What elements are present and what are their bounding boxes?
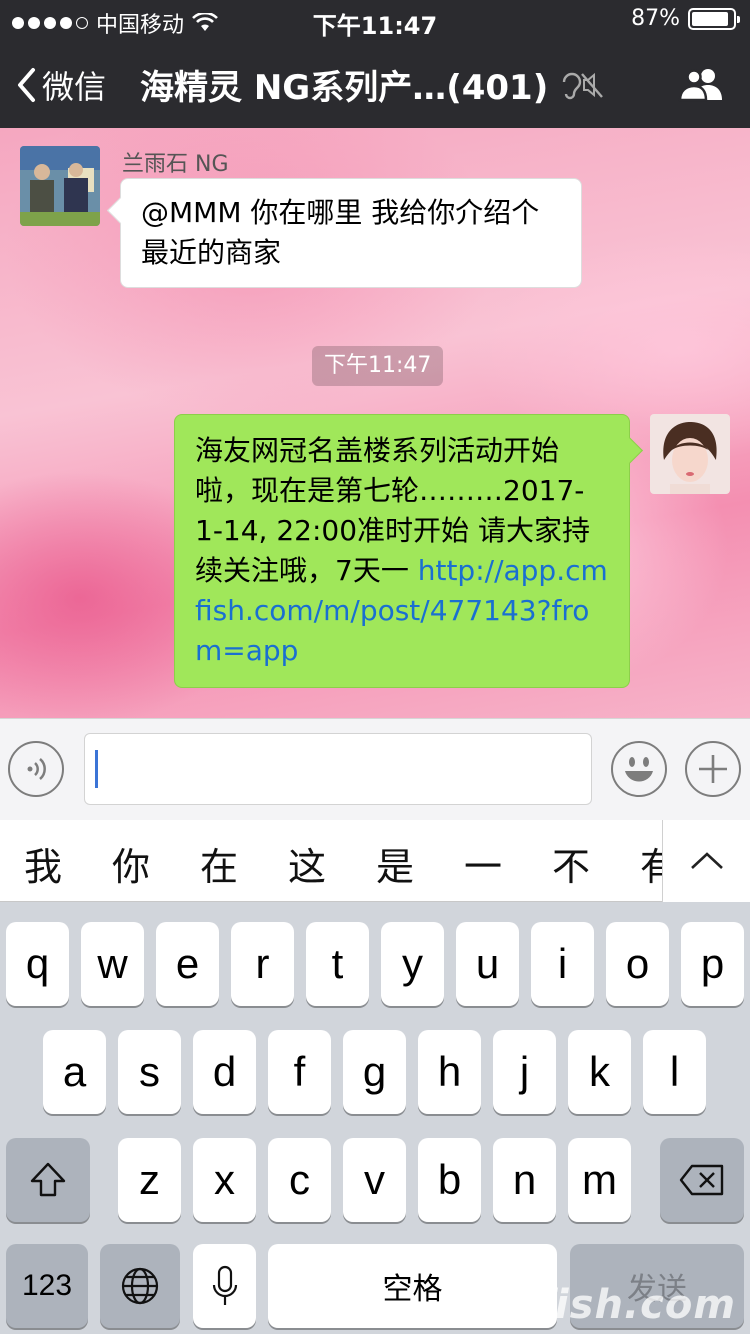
candidate-word[interactable]: 你 [112, 836, 150, 891]
input-bar [0, 718, 750, 820]
shift-icon [30, 1162, 66, 1197]
watermark: cmfish.com [469, 1282, 736, 1328]
key-p[interactable]: p [681, 922, 744, 1006]
key-b[interactable]: b [418, 1138, 481, 1222]
avatar-photo [650, 414, 730, 494]
own-avatar[interactable] [650, 414, 730, 494]
text-caret [95, 750, 98, 788]
voice-button[interactable] [8, 741, 64, 797]
key-e[interactable]: e [156, 922, 219, 1006]
sender-avatar[interactable] [20, 146, 100, 226]
candidate-bar: 我 你 在 这 是 一 不 有 [0, 820, 750, 902]
key-q[interactable]: q [6, 922, 69, 1006]
expand-candidates-button[interactable] [662, 820, 750, 902]
key-y[interactable]: y [381, 922, 444, 1006]
shift-key[interactable] [6, 1138, 90, 1222]
key-u[interactable]: u [456, 922, 519, 1006]
voice-icon [27, 758, 46, 780]
dictation-key[interactable] [193, 1244, 256, 1328]
candidate-word[interactable]: 是 [376, 836, 414, 891]
chat-area[interactable]: 兰雨石 NG @MMM 你在哪里 我给你介绍个最近的商家 下午11:47 海友网… [0, 128, 750, 718]
key-i[interactable]: i [531, 922, 594, 1006]
battery-percent: 87% [631, 6, 680, 31]
status-bar: 中国移动 下午11:47 87% [0, 0, 750, 40]
chevron-up-icon [690, 852, 723, 869]
sender-name: 兰雨石 NG [122, 152, 229, 177]
top-bar: 中国移动 下午11:47 87% 微信 海精灵 NG系列产…(401) [0, 0, 750, 128]
key-x[interactable]: x [193, 1138, 256, 1222]
chat-title: 海精灵 NG系列产…(401) [140, 60, 604, 109]
nav-bar: 微信 海精灵 NG系列产…(401) [0, 40, 750, 128]
message-input[interactable] [84, 733, 592, 805]
key-t[interactable]: t [306, 922, 369, 1006]
key-k[interactable]: k [568, 1030, 631, 1114]
more-button[interactable] [685, 741, 741, 797]
delete-key[interactable] [660, 1138, 744, 1222]
candidate-word[interactable]: 不 [552, 836, 590, 891]
key-m[interactable]: m [568, 1138, 631, 1222]
key-c[interactable]: c [268, 1138, 331, 1222]
message-bubble-sent[interactable]: 海友网冠名盖楼系列活动开始啦，现在是第七轮………2017-1-14, 22:00… [174, 414, 630, 688]
group-icon [678, 69, 722, 102]
numbers-key[interactable]: 123 [6, 1244, 88, 1328]
key-r[interactable]: r [231, 922, 294, 1006]
emoji-button[interactable] [611, 741, 667, 797]
key-w[interactable]: w [81, 922, 144, 1006]
message-bubble-received[interactable]: @MMM 你在哪里 我给你介绍个最近的商家 [120, 178, 582, 288]
key-v[interactable]: v [343, 1138, 406, 1222]
key-h[interactable]: h [418, 1030, 481, 1114]
key-j[interactable]: j [493, 1030, 556, 1114]
emoji-icon [625, 757, 653, 782]
key-l[interactable]: l [643, 1030, 706, 1114]
key-d[interactable]: d [193, 1030, 256, 1114]
key-n[interactable]: n [493, 1138, 556, 1222]
candidate-word[interactable]: 我 [24, 836, 62, 891]
message-timestamp: 下午11:47 [312, 346, 444, 386]
battery-icon [688, 7, 740, 30]
message-text: @MMM 你在哪里 我给你介绍个最近的商家 [141, 196, 540, 269]
candidate-word[interactable]: 在 [200, 836, 238, 891]
back-button[interactable]: 微信 [16, 62, 106, 108]
chevron-left-icon [18, 68, 35, 102]
globe-icon [121, 1267, 159, 1305]
key-s[interactable]: s [118, 1030, 181, 1114]
key-a[interactable]: a [43, 1030, 106, 1114]
key-o[interactable]: o [606, 922, 669, 1006]
chat-title-text: 海精灵 NG系列产…(401) [140, 68, 549, 108]
candidate-word[interactable]: 这 [288, 836, 326, 891]
avatar-photo [20, 146, 100, 226]
back-label: 微信 [42, 68, 107, 106]
key-z[interactable]: z [118, 1138, 181, 1222]
candidate-word[interactable]: 一 [464, 836, 502, 891]
microphone-icon [212, 1265, 237, 1305]
ear-mute-icon [563, 72, 604, 99]
group-members-button[interactable] [678, 66, 726, 106]
globe-key[interactable] [100, 1244, 180, 1328]
key-f[interactable]: f [268, 1030, 331, 1114]
keyboard: q w e r t y u i o p a s d f g h j k l z … [0, 902, 750, 1334]
key-g[interactable]: g [343, 1030, 406, 1114]
delete-icon [679, 1164, 724, 1196]
plus-icon [699, 755, 727, 783]
